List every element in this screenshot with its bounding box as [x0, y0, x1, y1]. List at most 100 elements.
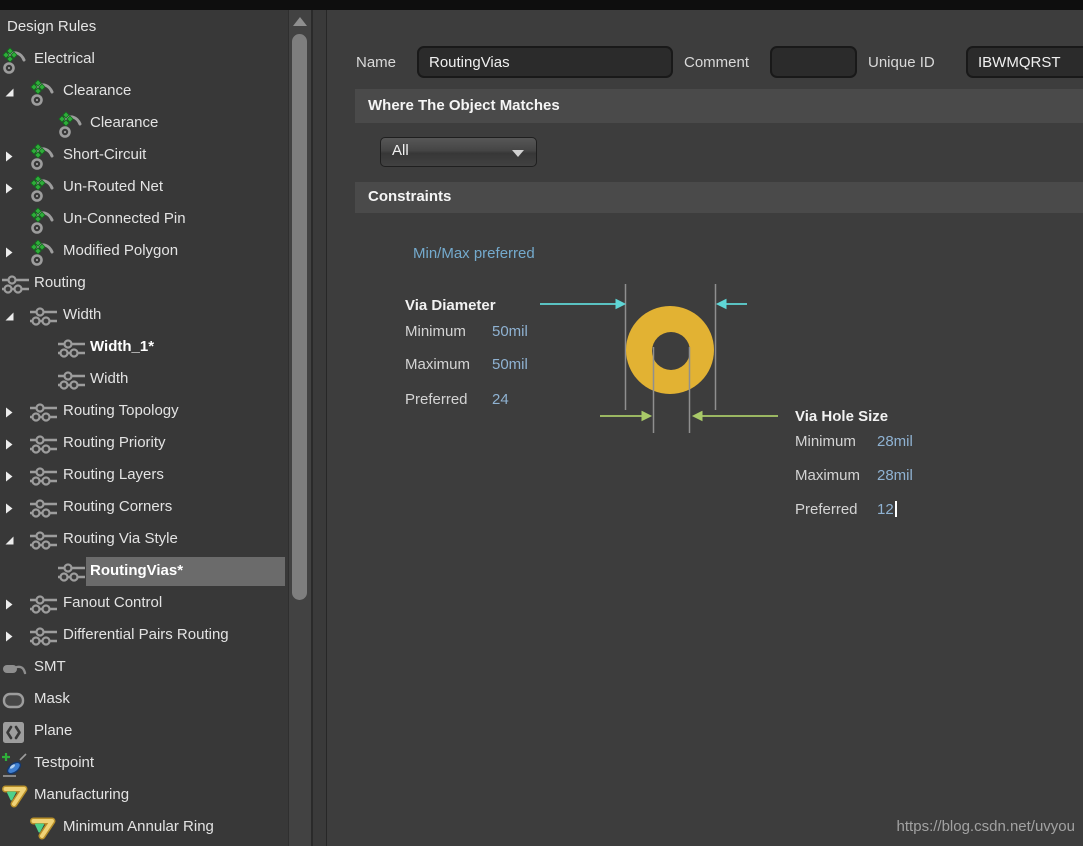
tree-expander-collapsed-icon[interactable] — [4, 471, 15, 482]
tree-item-design-rules[interactable]: Design Rules — [0, 12, 288, 44]
chevron-down-icon — [512, 150, 524, 157]
tree-item-label: SMT — [34, 658, 66, 675]
tree-expander-collapsed-icon[interactable] — [4, 599, 15, 610]
tree-expander-collapsed-icon[interactable] — [4, 247, 15, 258]
mask-rule-icon — [2, 687, 29, 714]
tree-expander-expanded-icon[interactable] — [4, 535, 15, 546]
via-hole-minimum-label: Minimum — [795, 433, 856, 450]
tree-item-testpoint[interactable]: Testpoint — [0, 748, 288, 780]
rules-tree-panel: Design Rules Electrical Clearance Clearance… — [0, 10, 288, 846]
tree-item-label: Routing Layers — [63, 466, 164, 483]
scope-dropdown[interactable]: All — [380, 137, 537, 167]
via-hole-minimum-value[interactable]: 28mil — [877, 433, 913, 450]
tree-item-clearance[interactable]: Clearance — [0, 108, 288, 140]
tree-item-un-connected-pin[interactable]: Un-Connected Pin — [0, 204, 288, 236]
electrical-rule-icon — [30, 207, 57, 234]
tree-expander-collapsed-icon[interactable] — [4, 503, 15, 514]
tree-item-manufacturing[interactable]: Manufacturing — [0, 780, 288, 812]
tree-item-routing-layers[interactable]: Routing Layers — [0, 460, 288, 492]
via-hole-maximum-value[interactable]: 28mil — [877, 467, 913, 484]
tree-item-label: Mask — [34, 690, 70, 707]
electrical-rule-icon — [2, 47, 29, 74]
tree-item-label: Width — [63, 306, 102, 323]
manufacturing-rule-icon — [2, 783, 29, 810]
tree-expander-collapsed-icon[interactable] — [4, 151, 15, 162]
electrical-rule-icon — [30, 239, 57, 266]
tree-expander-collapsed-icon[interactable] — [4, 439, 15, 450]
routing-rule-icon — [58, 335, 85, 362]
tree-expander-collapsed-icon[interactable] — [4, 183, 15, 194]
smt-rule-icon — [2, 655, 29, 682]
routing-rule-icon — [30, 495, 57, 522]
tree-item-width[interactable]: Width — [0, 300, 288, 332]
via-diameter-minimum-value[interactable]: 50mil — [492, 323, 528, 340]
electrical-rule-icon — [30, 79, 57, 106]
routing-rule-icon — [30, 431, 57, 458]
tree-expander-expanded-icon[interactable] — [4, 311, 15, 322]
where-section-title: Where The Object Matches — [368, 97, 560, 114]
constraints-section-bar: Constraints — [355, 182, 1083, 213]
tree-item-label: Short-Circuit — [63, 146, 147, 163]
tree-item-label: RoutingVias* — [90, 562, 184, 579]
tree-item-un-routed-net[interactable]: Un-Routed Net — [0, 172, 288, 204]
via-diameter-maximum-value[interactable]: 50mil — [492, 356, 528, 373]
name-label: Name — [356, 54, 397, 71]
via-diameter-minimum-label: Minimum — [405, 323, 466, 340]
tree-item-routing-corners[interactable]: Routing Corners — [0, 492, 288, 524]
tree-item-smt[interactable]: SMT — [0, 652, 288, 684]
window-top-strip — [0, 0, 1083, 10]
routing-rule-icon — [30, 527, 57, 554]
tree-item-fanout-control[interactable]: Fanout Control — [0, 588, 288, 620]
scrollbar-up-arrow-icon[interactable] — [293, 17, 307, 26]
via-diameter-preferred-label: Preferred — [405, 391, 468, 408]
tree-item-label: Electrical — [34, 50, 95, 67]
via-diagram — [540, 284, 778, 433]
tree-item-label: Un-Routed Net — [63, 178, 164, 195]
tree-item-label: Clearance — [90, 114, 159, 131]
tree-item-routing-via-style[interactable]: Routing Via Style — [0, 524, 288, 556]
routing-rule-icon — [30, 399, 57, 426]
unique-id-input[interactable] — [966, 46, 1083, 78]
tree-item-label: Un-Connected Pin — [63, 210, 186, 227]
tree-item-differential-pairs-routing[interactable]: Differential Pairs Routing — [0, 620, 288, 652]
tree-item-routing-priority[interactable]: Routing Priority — [0, 428, 288, 460]
tree-item-label: Testpoint — [34, 754, 95, 771]
tree-item-routing[interactable]: Routing — [0, 268, 288, 300]
tree-item-plane[interactable]: Plane — [0, 716, 288, 748]
text-caret — [894, 501, 897, 517]
tree-item-label: Differential Pairs Routing — [63, 626, 229, 643]
constraint-mode-text[interactable]: Min/Max preferred — [413, 245, 535, 262]
tree-item-width[interactable]: Width — [0, 364, 288, 396]
via-diameter-preferred-value[interactable]: 24 — [492, 391, 509, 408]
unique-id-label: Unique ID — [868, 54, 935, 71]
comment-label: Comment — [684, 54, 750, 71]
watermark-text: https://blog.csdn.net/uvyou — [896, 818, 1075, 835]
tree-item-minimum-annular-ring[interactable]: Minimum Annular Ring — [0, 812, 288, 844]
tree-expander-collapsed-icon[interactable] — [4, 407, 15, 418]
tree-item-routingvias[interactable]: RoutingVias* — [0, 556, 288, 588]
tree-item-label: Routing Corners — [63, 498, 173, 515]
routing-rule-icon — [30, 591, 57, 618]
via-diameter-maximum-label: Maximum — [405, 356, 471, 373]
tree-item-mask[interactable]: Mask — [0, 684, 288, 716]
tree-item-electrical[interactable]: Electrical — [0, 44, 288, 76]
tree-item-label: Routing — [34, 274, 86, 291]
comment-input[interactable] — [770, 46, 857, 78]
via-hole-preferred-field[interactable]: 12 — [877, 501, 897, 518]
electrical-rule-icon — [30, 175, 57, 202]
tree-expander-expanded-icon[interactable] — [4, 87, 15, 98]
tree-item-routing-topology[interactable]: Routing Topology — [0, 396, 288, 428]
tree-expander-collapsed-icon[interactable] — [4, 631, 15, 642]
tree-scrollbar-thumb[interactable] — [292, 34, 307, 600]
routing-rule-icon — [58, 367, 85, 394]
tree-item-modified-polygon[interactable]: Modified Polygon — [0, 236, 288, 268]
routing-rule-icon — [2, 271, 29, 298]
tree-item-width-1[interactable]: Width_1* — [0, 332, 288, 364]
name-input[interactable] — [417, 46, 673, 78]
via-hole — [652, 332, 690, 370]
scope-dropdown-value: All — [392, 142, 409, 159]
via-hole-preferred-value: 12 — [877, 501, 894, 518]
tree-item-label: Clearance — [63, 82, 132, 99]
tree-item-short-circuit[interactable]: Short-Circuit — [0, 140, 288, 172]
tree-item-clearance[interactable]: Clearance — [0, 76, 288, 108]
